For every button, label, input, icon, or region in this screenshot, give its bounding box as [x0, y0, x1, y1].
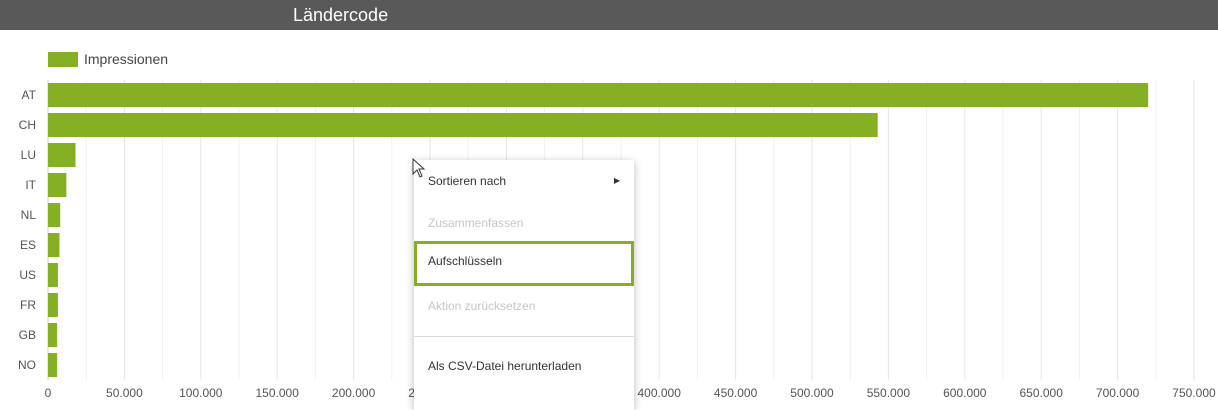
menu-item-sort-by[interactable]: Sortieren nach ▶ [414, 161, 634, 201]
category-label: AT [22, 88, 37, 102]
menu-item-drill-down-label: Aufschlüsseln [428, 254, 503, 268]
context-menu: Sortieren nach ▶ Zusammenfassen Aufschlü… [414, 160, 634, 410]
category-label: IT [25, 178, 36, 192]
x-tick-label: 400.000 [638, 386, 682, 400]
category-label: US [19, 268, 36, 282]
x-tick-label: 500.000 [790, 386, 834, 400]
category-label: NO [18, 358, 36, 372]
x-tick-label: 450.000 [714, 386, 758, 400]
x-tick-label: 200.000 [332, 386, 376, 400]
menu-item-reset-action: Aktion zurücksetzen [414, 286, 634, 326]
bar-us[interactable] [48, 263, 58, 287]
menu-item-download-csv[interactable]: Als CSV-Datei herunterladen [414, 346, 634, 386]
menu-item-summarize-label: Zusammenfassen [428, 216, 524, 230]
bar-nl[interactable] [48, 203, 61, 227]
x-tick-label: 550.000 [867, 386, 911, 400]
mouse-pointer-icon [412, 158, 426, 178]
x-tick-label: 100.000 [179, 386, 223, 400]
menu-item-download-csv-label: Als CSV-Datei herunterladen [428, 359, 582, 373]
category-label: NL [21, 208, 37, 222]
bar-ch[interactable] [48, 113, 878, 137]
menu-item-sort-by-label: Sortieren nach [428, 174, 507, 188]
category-label: CH [19, 118, 36, 132]
bar-fr[interactable] [48, 293, 58, 317]
submenu-arrow-icon: ▶ [613, 176, 620, 185]
category-label: LU [21, 148, 36, 162]
x-tick-label: 150.000 [256, 386, 300, 400]
x-tick-label: 600.000 [943, 386, 987, 400]
bar-lu[interactable] [48, 143, 76, 167]
menu-item-summarize: Zusammenfassen [414, 203, 634, 243]
menu-item-drill-down[interactable]: Aufschlüsseln [414, 241, 634, 286]
bar-gb[interactable] [48, 323, 58, 347]
x-tick-label: 0 [45, 386, 52, 400]
menu-separator [414, 336, 634, 337]
category-label: ES [20, 238, 36, 252]
bar-no[interactable] [48, 353, 58, 377]
category-label: FR [20, 298, 36, 312]
menu-item-reset-action-label: Aktion zurücksetzen [428, 299, 536, 313]
bar-es[interactable] [48, 233, 60, 257]
bar-at[interactable] [48, 83, 1149, 107]
x-tick-label: 750.000 [1172, 386, 1216, 400]
x-tick-label: 700.000 [1096, 386, 1140, 400]
bar-it[interactable] [48, 173, 67, 197]
x-tick-label: 650.000 [1020, 386, 1064, 400]
category-label: GB [19, 328, 36, 342]
x-tick-label: 50.000 [106, 386, 143, 400]
